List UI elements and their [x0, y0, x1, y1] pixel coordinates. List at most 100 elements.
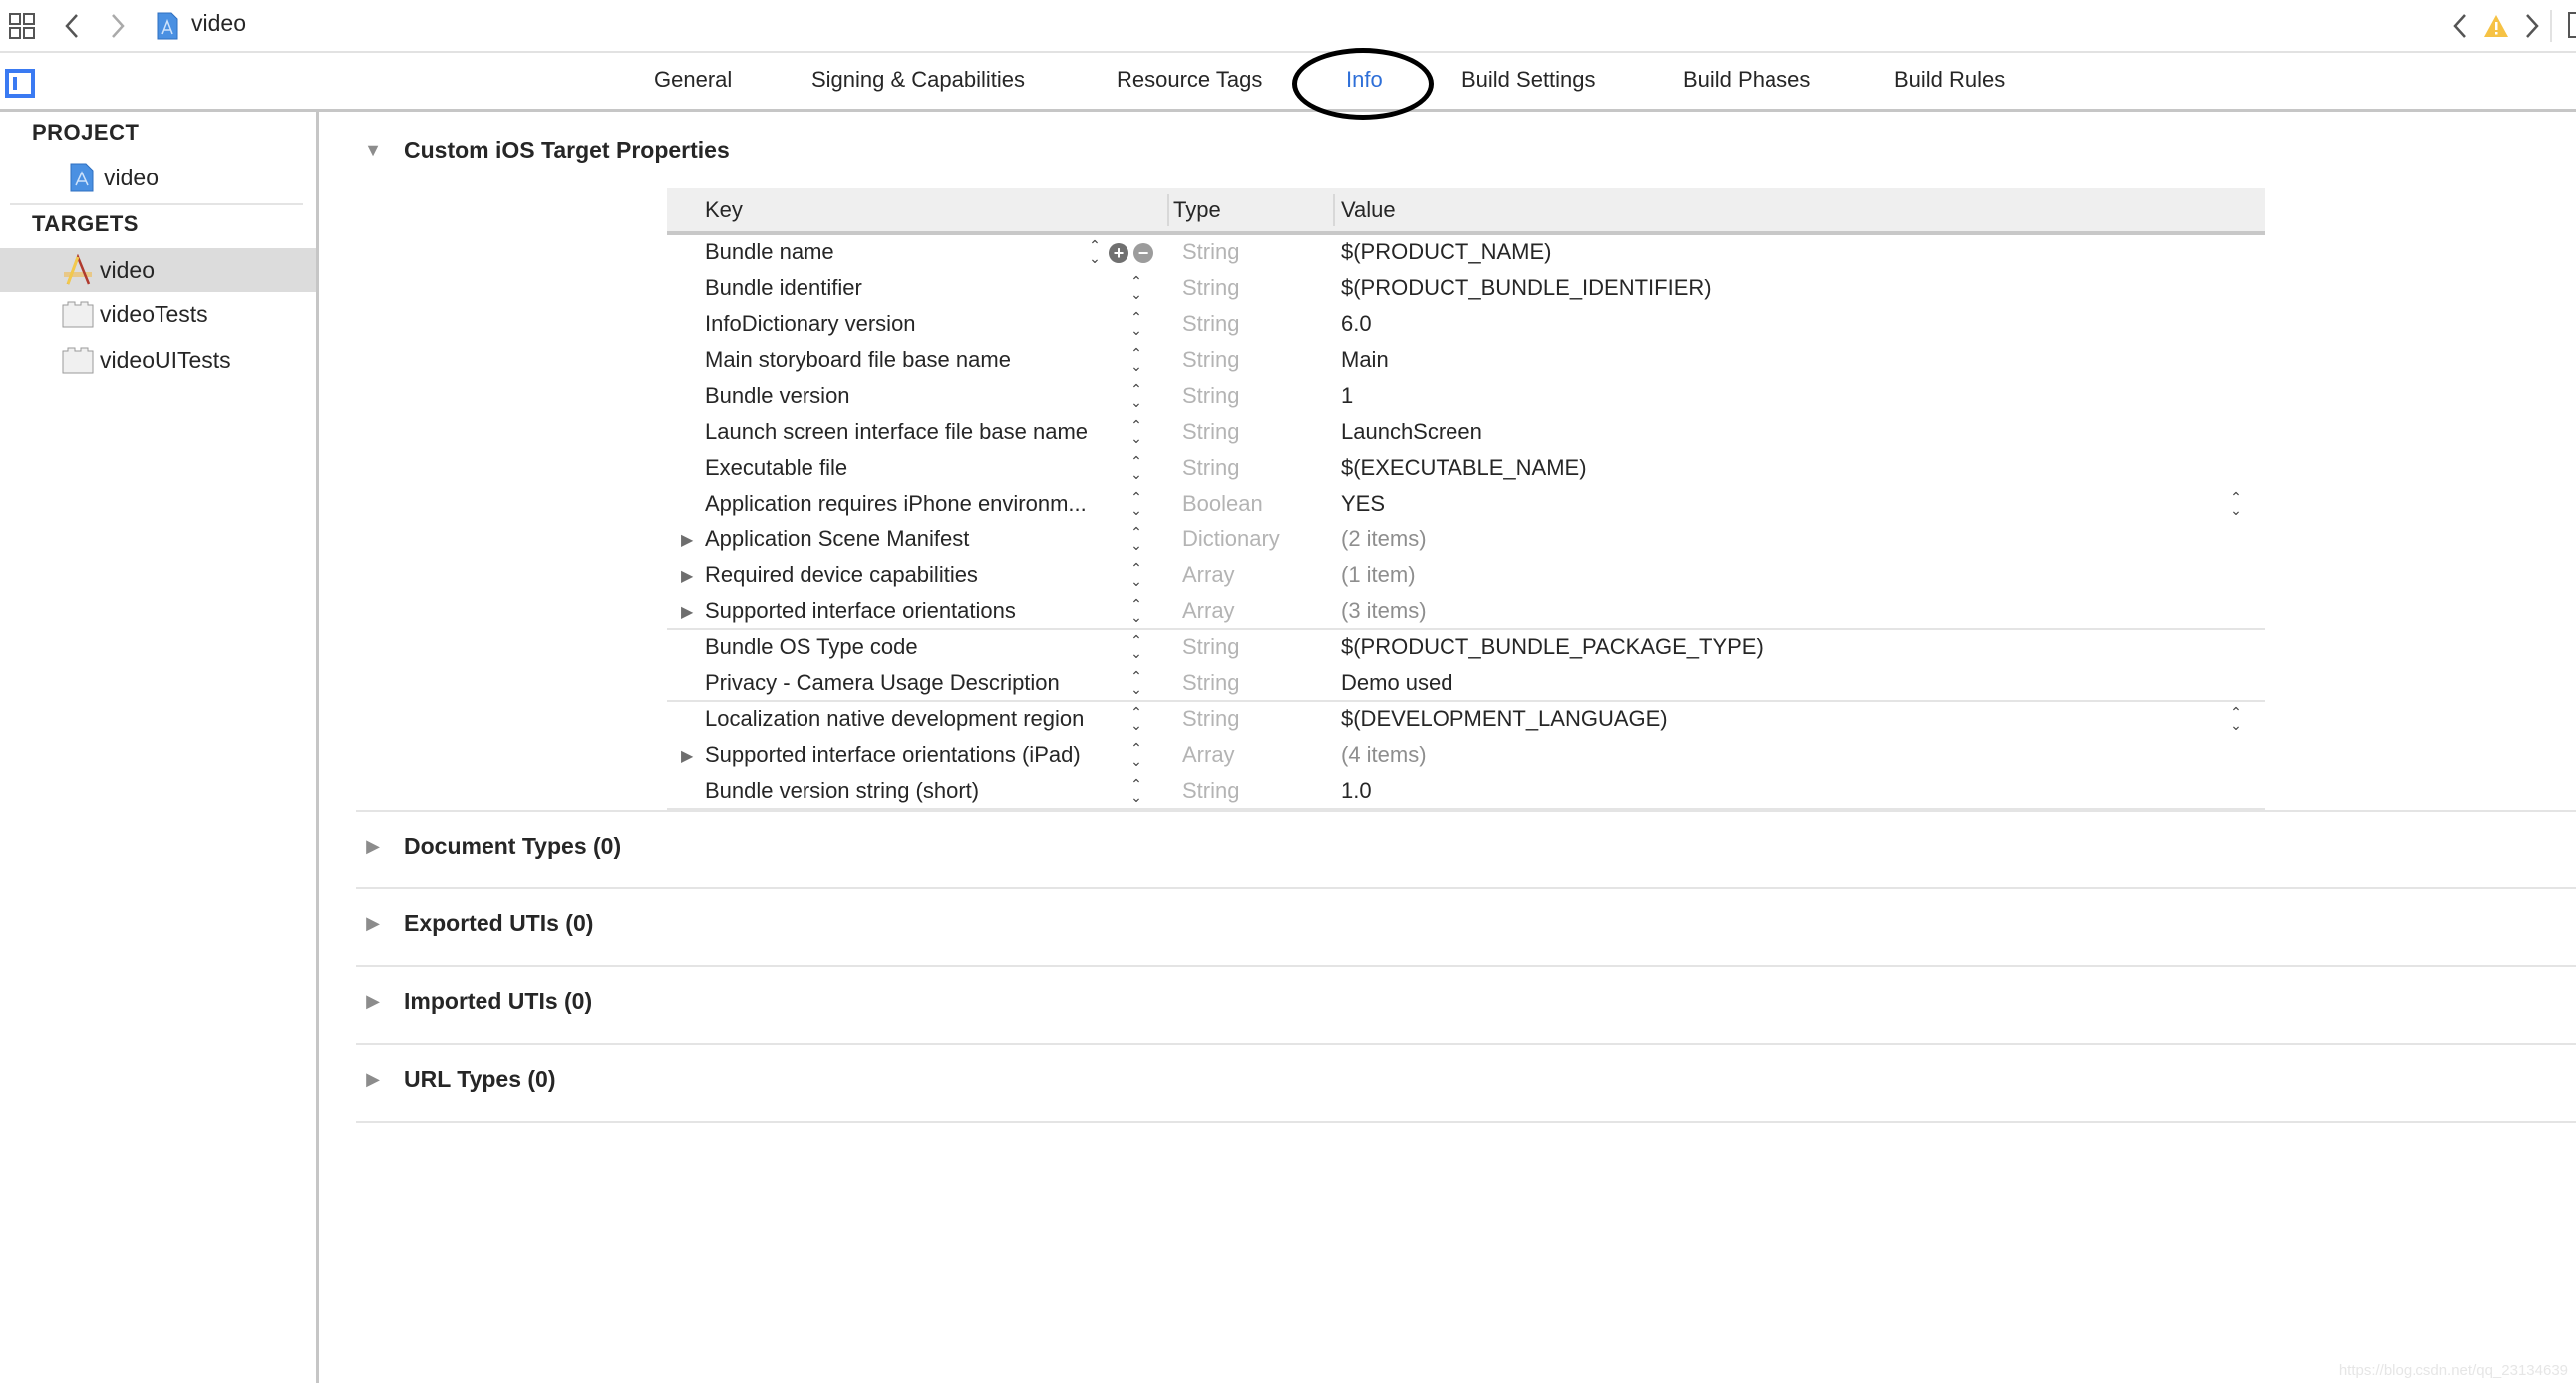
disclosure-collapsed-icon[interactable]: ▶	[681, 566, 693, 586]
key-stepper-icon[interactable]: ⌃ ⌄	[1127, 597, 1145, 628]
key-stepper-icon[interactable]: ⌃ ⌄	[1127, 418, 1145, 449]
property-key[interactable]: Bundle name	[705, 239, 834, 265]
property-key[interactable]: Main storyboard file base name	[705, 347, 1011, 373]
key-stepper-icon[interactable]: ⌃ ⌄	[1127, 454, 1145, 485]
column-header-type[interactable]: Type	[1173, 197, 1221, 223]
grid-icon[interactable]	[8, 12, 36, 40]
tab-build-phases[interactable]: Build Phases	[1683, 67, 1810, 93]
next-issue-icon[interactable]	[2520, 12, 2544, 40]
disclosure-collapsed-icon[interactable]: ▶	[362, 991, 384, 1013]
sidebar-item-target-video[interactable]: video	[0, 248, 316, 292]
property-key[interactable]: Bundle version	[705, 383, 850, 409]
tab-resource-tags[interactable]: Resource Tags	[1117, 67, 1262, 93]
property-type[interactable]: String	[1182, 311, 1239, 337]
document-types-header[interactable]: ▶ Document Types (0)	[322, 833, 621, 860]
column-header-value[interactable]: Value	[1341, 197, 1396, 223]
sidebar-item-target-videouitests[interactable]: videoUITests	[0, 338, 316, 382]
property-type[interactable]: String	[1182, 634, 1239, 660]
table-row[interactable]: Bundle version string (short) ⌃ ⌄ String 1.0	[667, 774, 2265, 810]
property-type[interactable]: String	[1182, 419, 1239, 445]
property-key[interactable]: Localization native development region	[705, 706, 1084, 732]
table-row[interactable]: Bundle name ⌃ ⌄ + − String $(PRODUCT_NAME)	[667, 235, 2265, 271]
property-key[interactable]: Supported interface orientations (iPad)	[705, 742, 1081, 768]
table-row[interactable]: Launch screen interface file base name ⌃ ⌄…	[667, 415, 2265, 451]
previous-issue-icon[interactable]	[2448, 12, 2472, 40]
disclosure-collapsed-icon[interactable]: ▶	[681, 530, 693, 550]
property-type[interactable]: Dictionary	[1182, 526, 1280, 552]
chevron-left-icon[interactable]	[60, 12, 84, 40]
property-key[interactable]: Executable file	[705, 455, 847, 481]
table-row[interactable]: Executable file ⌃ ⌄ String $(EXECUTABLE_NAME…	[667, 451, 2265, 487]
inspector-toggle-icon[interactable]	[2568, 12, 2576, 38]
key-stepper-icon[interactable]: ⌃ ⌄	[1127, 705, 1145, 736]
key-stepper-icon[interactable]: ⌃ ⌄	[1127, 274, 1145, 305]
property-key[interactable]: Bundle version string (short)	[705, 778, 979, 804]
key-stepper-icon[interactable]: ⌃ ⌄	[1086, 238, 1104, 269]
property-type[interactable]: String	[1182, 706, 1239, 732]
property-value[interactable]: 1.0	[1341, 778, 1372, 804]
property-value[interactable]: LaunchScreen	[1341, 419, 1482, 445]
table-row[interactable]: Main storyboard file base name ⌃ ⌄ String Ma…	[667, 343, 2265, 379]
property-type[interactable]: Boolean	[1182, 491, 1263, 517]
disclosure-collapsed-icon[interactable]: ▶	[681, 602, 693, 622]
property-key[interactable]: InfoDictionary version	[705, 311, 916, 337]
property-key[interactable]: Required device capabilities	[705, 562, 978, 588]
property-key[interactable]: Application requires iPhone environm...	[705, 491, 1087, 517]
tab-signing-capabilities[interactable]: Signing & Capabilities	[811, 67, 1025, 93]
property-type[interactable]: Array	[1182, 562, 1235, 588]
breadcrumb[interactable]: video	[191, 10, 246, 37]
table-row[interactable]: Bundle version ⌃ ⌄ String 1	[667, 379, 2265, 415]
key-stepper-icon[interactable]: ⌃ ⌄	[1127, 346, 1145, 377]
property-value[interactable]: Main	[1341, 347, 1389, 373]
property-key[interactable]: Application Scene Manifest	[705, 526, 969, 552]
property-type[interactable]: Array	[1182, 598, 1235, 624]
property-value[interactable]: $(EXECUTABLE_NAME)	[1341, 455, 1587, 481]
key-stepper-icon[interactable]: ⌃ ⌄	[1127, 741, 1145, 772]
key-stepper-icon[interactable]: ⌃ ⌄	[1127, 525, 1145, 556]
property-key[interactable]: Supported interface orientations	[705, 598, 1016, 624]
property-type[interactable]: String	[1182, 670, 1239, 696]
value-popup-stepper-icon[interactable]: ⌃ ⌄	[2227, 705, 2245, 736]
property-type[interactable]: Array	[1182, 742, 1235, 768]
tab-info[interactable]: Info	[1346, 67, 1383, 93]
property-key[interactable]: Bundle identifier	[705, 275, 862, 301]
table-row[interactable]: ▶ Application Scene Manifest ⌃ ⌄ Dictionary (…	[667, 522, 2265, 558]
property-value[interactable]: 1	[1341, 383, 1353, 409]
property-value[interactable]: 6.0	[1341, 311, 1372, 337]
column-separator[interactable]	[1333, 194, 1335, 226]
add-row-icon[interactable]: +	[1109, 243, 1128, 263]
chevron-right-icon[interactable]	[106, 12, 130, 40]
exported-utis-header[interactable]: ▶ Exported UTIs (0)	[322, 910, 593, 937]
key-stepper-icon[interactable]: ⌃ ⌄	[1127, 561, 1145, 592]
column-separator[interactable]	[1167, 194, 1169, 226]
table-row[interactable]: Bundle identifier ⌃ ⌄ String $(PRODUCT_BUNDL…	[667, 271, 2265, 307]
key-stepper-icon[interactable]: ⌃ ⌄	[1127, 310, 1145, 341]
property-value[interactable]: (3 items)	[1341, 598, 1427, 624]
property-key[interactable]: Privacy - Camera Usage Description	[705, 670, 1060, 696]
key-stepper-icon[interactable]: ⌃ ⌄	[1127, 490, 1145, 520]
property-type[interactable]: String	[1182, 275, 1239, 301]
table-row[interactable]: InfoDictionary version ⌃ ⌄ String 6.0	[667, 307, 2265, 343]
property-value[interactable]: (1 item)	[1341, 562, 1416, 588]
custom-ios-target-properties-header[interactable]: ▼ Custom iOS Target Properties	[322, 137, 730, 164]
table-row[interactable]: Application requires iPhone environm... ⌃…	[667, 487, 2265, 522]
tab-build-rules[interactable]: Build Rules	[1894, 67, 2005, 93]
property-value[interactable]: Demo used	[1341, 670, 1453, 696]
tab-general[interactable]: General	[654, 67, 732, 93]
property-type[interactable]: String	[1182, 239, 1239, 265]
property-key[interactable]: Launch screen interface file base name	[705, 419, 1088, 445]
disclosure-collapsed-icon[interactable]: ▶	[362, 913, 384, 935]
table-row[interactable]: ▶ Supported interface orientations (iPad)…	[667, 738, 2265, 774]
url-types-header[interactable]: ▶ URL Types (0)	[322, 1066, 555, 1093]
property-value[interactable]: (2 items)	[1341, 526, 1427, 552]
value-popup-stepper-icon[interactable]: ⌃ ⌄	[2227, 490, 2245, 520]
sidebar-toggle-icon[interactable]	[5, 69, 35, 98]
property-value[interactable]: $(PRODUCT_BUNDLE_IDENTIFIER)	[1341, 275, 1712, 301]
table-row[interactable]: ▶ Supported interface orientations ⌃ ⌄ Array…	[667, 594, 2265, 630]
key-stepper-icon[interactable]: ⌃ ⌄	[1127, 777, 1145, 808]
sidebar-item-project-video[interactable]: video	[0, 156, 316, 199]
property-value[interactable]: $(DEVELOPMENT_LANGUAGE)	[1341, 706, 1668, 732]
key-stepper-icon[interactable]: ⌃ ⌄	[1127, 669, 1145, 700]
property-type[interactable]: String	[1182, 778, 1239, 804]
table-row[interactable]: ▶ Required device capabilities ⌃ ⌄ Array (1 i…	[667, 558, 2265, 594]
